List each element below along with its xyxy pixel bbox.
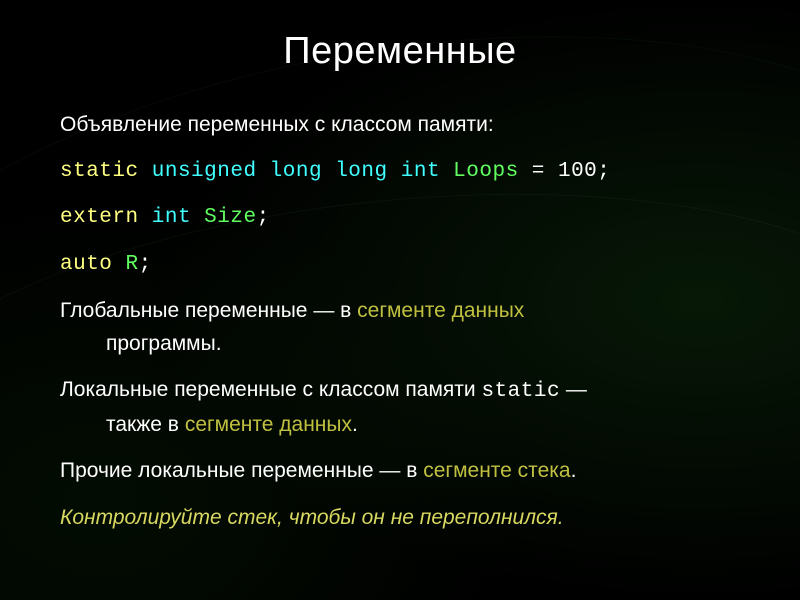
keyword-auto: auto [60,253,112,276]
text-cont: программы. [60,332,222,355]
code-line-3: auto R; [60,249,740,282]
code-tail: = 100; [519,160,611,183]
text: Глобальные переменные — в [60,299,357,322]
code-tail: ; [257,206,270,229]
identifier-size: Size [204,206,256,229]
keyword-long: long [335,160,387,183]
segment-phrase: сегменте стека [423,459,570,482]
identifier-r: R [126,253,139,276]
keyword-unsigned: unsigned [152,160,257,183]
text: — [560,378,587,401]
intro-line: Объявление переменных с классом памяти: [60,109,740,142]
text: Локальные переменные с классом памяти [60,378,481,401]
keyword-extern: extern [60,206,139,229]
footnote: Контролируйте стек, чтобы он не переполн… [60,502,740,535]
code-tail: ; [139,253,152,276]
text: . [571,459,577,482]
segment-phrase: сегменте данных [357,299,524,322]
text: . [352,413,358,436]
keyword-long: long [270,160,322,183]
paragraph-other-locals: Прочие локальные переменные — в сегменте… [60,455,740,488]
paragraph-globals: Глобальные переменные — в сегменте данны… [60,295,740,360]
keyword-static: static [60,160,139,183]
slide: Переменные Объявление переменных с класс… [0,0,800,600]
code-line-2: extern int Size; [60,202,740,235]
code-line-1: static unsigned long long int Loops = 10… [60,156,740,189]
text-cont: также в сегменте данных. [60,413,358,436]
paragraph-static-locals: Локальные переменные с классом памяти st… [60,374,740,441]
slide-title: Переменные [60,30,740,73]
slide-body: Объявление переменных с классом памяти: … [60,109,740,534]
segment-phrase: сегменте данных [185,413,352,436]
identifier-loops: Loops [453,160,519,183]
keyword-int: int [152,206,191,229]
text: также в [106,413,185,436]
keyword-int: int [401,160,440,183]
text: Прочие локальные переменные — в [60,459,423,482]
keyword-static-inline: static [481,380,560,403]
